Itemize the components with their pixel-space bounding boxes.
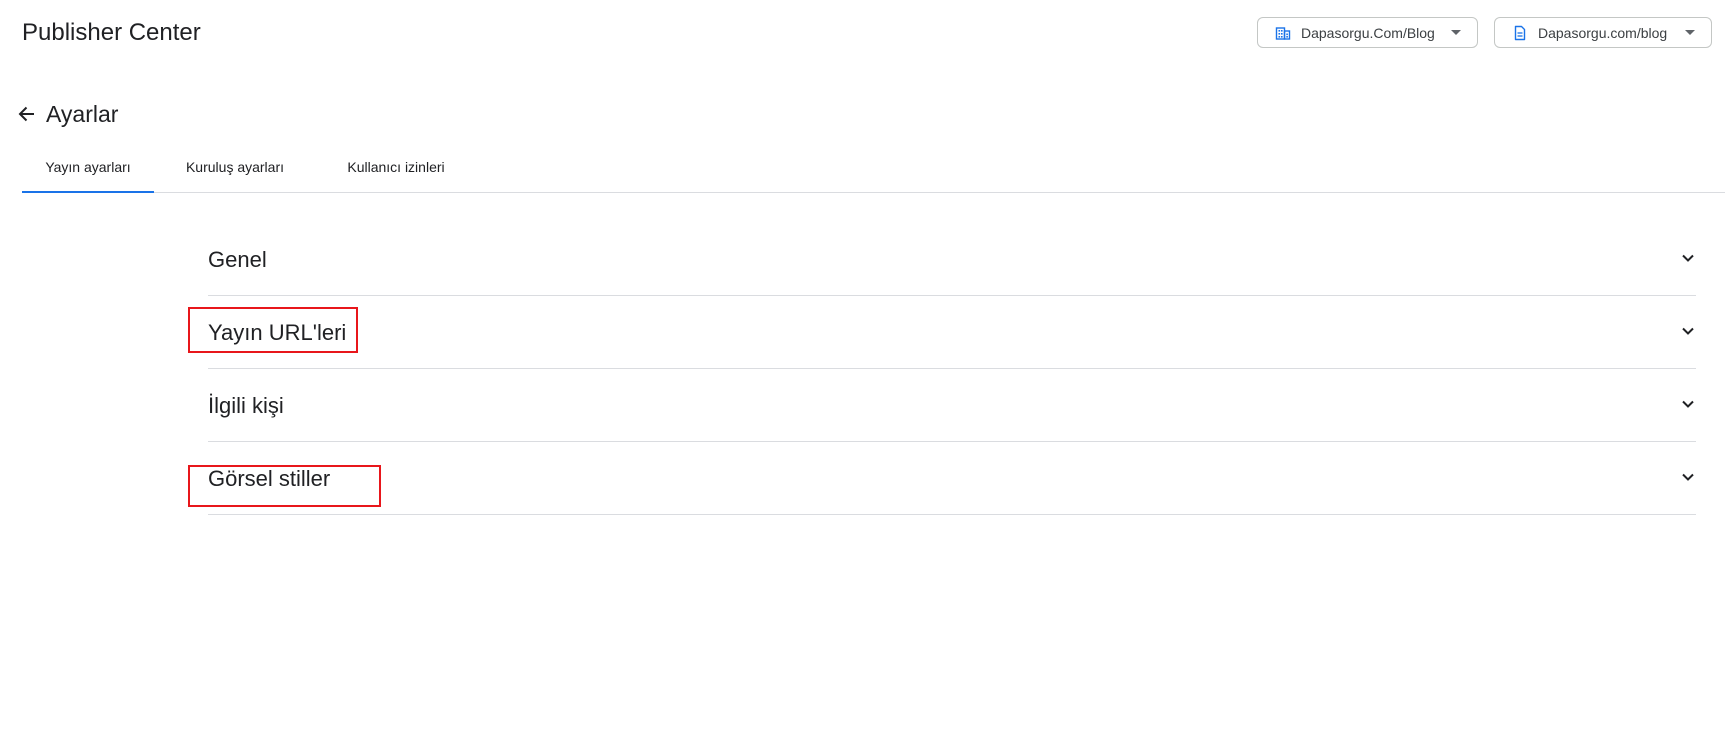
section-title: Görsel stiller [208, 466, 331, 491]
organization-picker[interactable]: Dapasorgu.Com/Blog [1257, 17, 1478, 48]
tab-label: Kullanıcı izinleri [347, 159, 445, 175]
publication-picker-label: Dapasorgu.com/blog [1538, 24, 1668, 41]
tab-label: Kuruluş ayarları [185, 159, 285, 175]
organization-picker-label: Dapasorgu.Com/Blog [1301, 24, 1435, 41]
chevron-down-icon[interactable] [1680, 250, 1696, 266]
section-publication-urls[interactable]: Yayın URL'leri [208, 296, 1696, 369]
section-title: Genel [208, 247, 267, 272]
section-visual-styles[interactable]: Görsel stiller [208, 442, 1696, 515]
settings-tabs: Yayın ayarları Kuruluş ayarları Kullanıc… [22, 150, 1725, 193]
building-icon [1275, 25, 1291, 41]
tab-user-permissions[interactable]: Kullanıcı izinleri [316, 150, 476, 192]
section-title: Yayın URL'leri [208, 320, 347, 345]
section-general[interactable]: Genel [208, 223, 1696, 296]
active-tab-indicator [22, 191, 154, 193]
dropdown-arrow-icon [1451, 30, 1461, 35]
app-title: Publisher Center [22, 19, 201, 46]
section-title: İlgili kişi [208, 393, 284, 418]
settings-sections: Genel Yayın URL'leri İlgili kişi Görsel … [208, 223, 1696, 515]
chevron-down-icon[interactable] [1680, 396, 1696, 412]
section-contact[interactable]: İlgili kişi [208, 369, 1696, 442]
document-icon [1512, 25, 1528, 41]
tab-publication-settings[interactable]: Yayın ayarları [22, 150, 154, 193]
page-title: Ayarlar [46, 100, 119, 127]
dropdown-arrow-icon [1685, 30, 1695, 35]
chevron-down-icon[interactable] [1680, 469, 1696, 485]
chevron-down-icon[interactable] [1680, 323, 1696, 339]
tab-organization-settings[interactable]: Kuruluş ayarları [154, 150, 316, 192]
publication-picker[interactable]: Dapasorgu.com/blog [1494, 17, 1712, 48]
arrow-back-icon[interactable] [16, 103, 38, 125]
top-bar: Publisher Center Dapasorgu.Com/Blog Dapa… [0, 0, 1725, 68]
tab-label: Yayın ayarları [45, 159, 131, 175]
page-header: Ayarlar [16, 96, 118, 132]
